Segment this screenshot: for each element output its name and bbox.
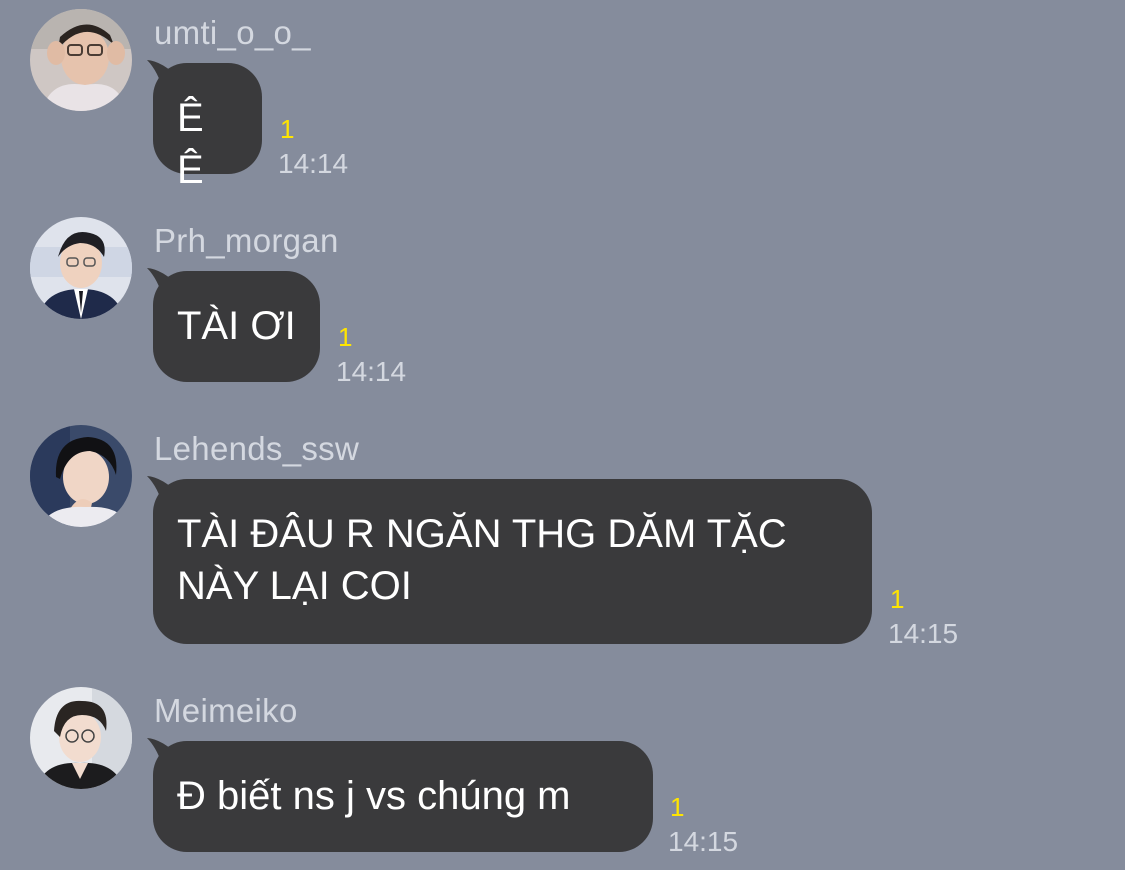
message-time: 14:14 — [278, 148, 349, 179]
avatar[interactable] — [30, 217, 132, 319]
message-bubble[interactable]: Đ biết ns j vs chúng m — [147, 738, 653, 852]
bubble-tail — [147, 738, 180, 771]
read-count: 1 — [338, 322, 353, 352]
avatar[interactable] — [30, 425, 132, 527]
avatar[interactable] — [30, 9, 132, 111]
sender-name: Meimeiko — [154, 692, 298, 729]
read-count: 1 — [280, 114, 295, 144]
message-text: Ê Ê — [177, 96, 215, 192]
sender-name: Prh_morgan — [154, 222, 339, 259]
message-text: Đ biết ns j vs chúng m — [177, 774, 571, 818]
sender-name: umti_o_o_ — [154, 14, 311, 51]
message-text: TÀI ƠI — [177, 304, 296, 348]
message-bubble[interactable]: Ê Ê — [147, 60, 262, 192]
read-count: 1 — [670, 792, 685, 822]
sender-name: Lehends_ssw — [154, 430, 360, 467]
message-bubble[interactable]: TÀI ĐÂU R NGĂN THG DĂM TẶC NÀY LẠI COI — [147, 476, 872, 644]
read-count: 1 — [890, 584, 905, 614]
message-time: 14:15 — [888, 618, 959, 649]
avatar[interactable] — [30, 687, 132, 789]
message-text: TÀI ĐÂU R NGĂN THG DĂM TẶC NÀY LẠI COI — [177, 512, 787, 608]
message-time: 14:14 — [336, 356, 407, 387]
chat-message-list: umti_o_o_ Ê Ê 1 14:14 Prh_morgan TÀI ƠI … — [0, 0, 1125, 870]
bubble-tail — [147, 476, 180, 509]
bubble-tail — [147, 60, 180, 93]
bubble-tail — [147, 268, 180, 301]
message-bubble[interactable]: TÀI ƠI — [147, 268, 320, 382]
message-time: 14:15 — [668, 826, 739, 857]
